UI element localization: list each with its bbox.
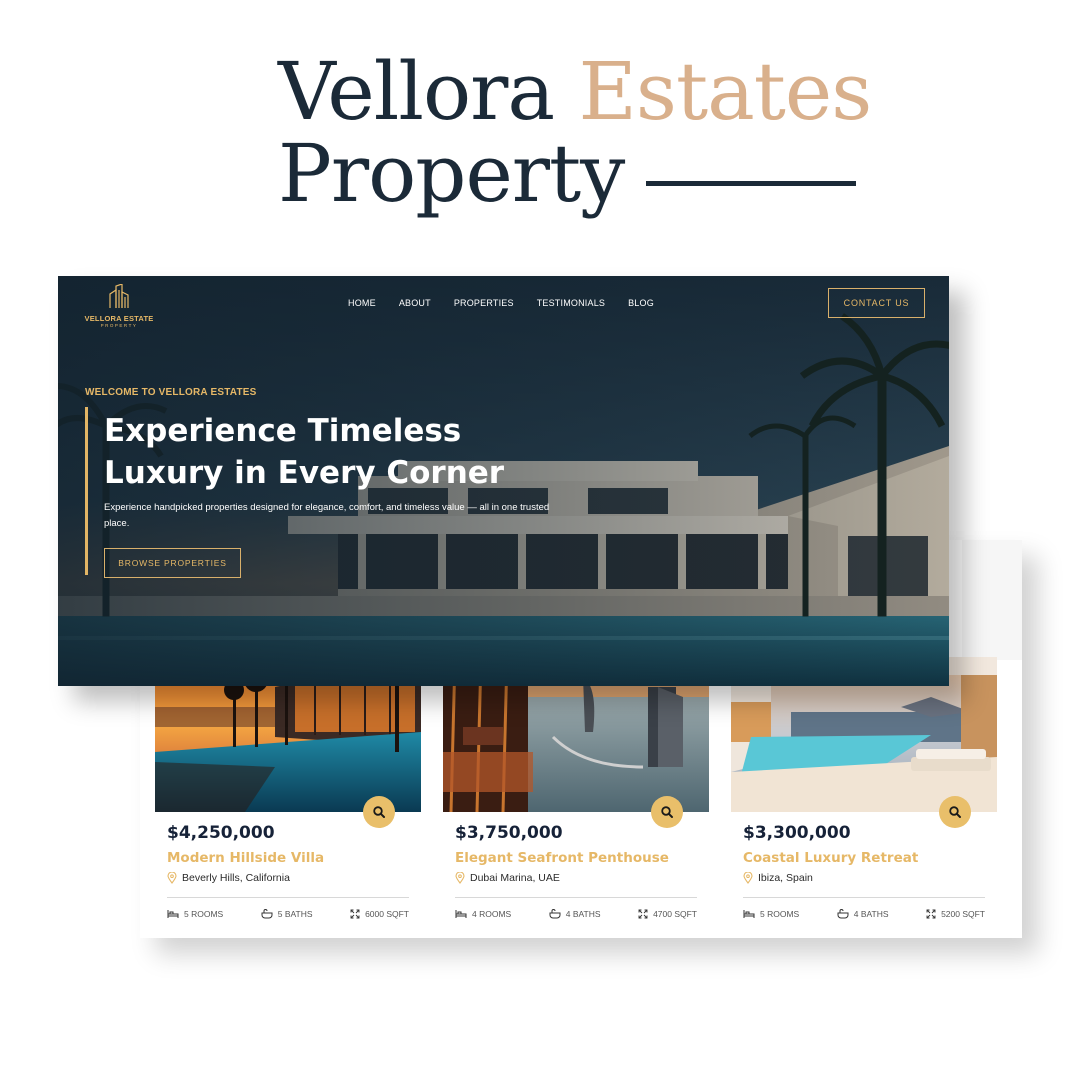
view-property-button[interactable]	[363, 796, 395, 828]
nav-blog[interactable]: BLOG	[628, 298, 654, 308]
card-divider	[167, 897, 409, 898]
property-specs: 5 ROOMS 5 BATHS 6000 SQFT	[167, 909, 409, 919]
hero-section: VELLORA ESTATE PROPERTY HOME ABOUT PROPE…	[58, 276, 949, 686]
hero-eyebrow: WELCOME TO VELLORA ESTATES	[85, 387, 257, 398]
logo-brand: VELLORA ESTATE	[84, 314, 154, 323]
hero-title-line1: Experience Timeless	[104, 413, 462, 449]
location-text: Ibiza, Spain	[758, 872, 813, 884]
card-divider	[455, 897, 697, 898]
area-icon	[926, 909, 936, 919]
property-price: $3,300,000	[743, 823, 851, 843]
bath-icon	[837, 909, 849, 919]
area-icon	[638, 909, 648, 919]
headline: Vellora Estates Property	[278, 52, 872, 214]
property-location: Ibiza, Spain	[743, 872, 813, 884]
area-icon	[350, 909, 360, 919]
property-price: $4,250,000	[167, 823, 275, 843]
location-text: Beverly Hills, California	[182, 872, 290, 884]
rooms-text: 5 ROOMS	[760, 909, 800, 919]
property-location: Beverly Hills, California	[167, 872, 290, 884]
spec-rooms: 4 ROOMS	[455, 909, 511, 919]
bed-icon	[743, 910, 755, 918]
headline-property: Property	[278, 127, 625, 220]
baths-text: 4 BATHS	[565, 909, 601, 919]
property-specs: 5 ROOMS 4 BATHS 5200 SQFT	[743, 909, 985, 919]
location-pin-icon	[167, 872, 177, 884]
location-pin-icon	[743, 872, 753, 884]
browse-properties-button[interactable]: BROWSE PROPERTIES	[104, 548, 241, 578]
main-nav: HOME ABOUT PROPERTIES TESTIMONIALS BLOG	[348, 298, 654, 308]
property-card[interactable]: $4,250,000 Modern Hillside Villa Beverly…	[155, 657, 421, 938]
spec-area: 5200 SQFT	[926, 909, 985, 919]
view-property-button[interactable]	[939, 796, 971, 828]
property-price: $3,750,000	[455, 823, 563, 843]
contact-us-button[interactable]: CONTACT US	[828, 288, 925, 318]
nav-testimonials[interactable]: TESTIMONIALS	[537, 298, 605, 308]
hero-accent-bar	[85, 407, 88, 575]
hero-description: Experience handpicked properties designe…	[104, 502, 550, 529]
property-card[interactable]: $3,300,000 Coastal Luxury Retreat Ibiza,…	[731, 657, 997, 938]
nav-about[interactable]: ABOUT	[399, 298, 431, 308]
location-text: Dubai Marina, UAE	[470, 872, 560, 884]
view-property-button[interactable]	[651, 796, 683, 828]
bath-icon	[549, 909, 561, 919]
property-location: Dubai Marina, UAE	[455, 872, 560, 884]
rooms-text: 4 ROOMS	[472, 909, 512, 919]
bed-icon	[167, 910, 179, 918]
nav-home[interactable]: HOME	[348, 298, 376, 308]
baths-text: 5 BATHS	[277, 909, 313, 919]
building-logo-icon	[109, 283, 129, 308]
bath-icon	[261, 909, 273, 919]
spec-rooms: 5 ROOMS	[167, 909, 223, 919]
area-text: 4700 SQFT	[653, 909, 697, 919]
property-specs: 4 ROOMS 4 BATHS 4700 SQFT	[455, 909, 697, 919]
area-text: 6000 SQFT	[365, 909, 409, 919]
hero-title: Experience Timeless Luxury in Every Corn…	[104, 410, 544, 494]
headline-brand: Vellora	[278, 45, 555, 138]
spec-area: 4700 SQFT	[638, 909, 697, 919]
spec-area: 6000 SQFT	[350, 909, 409, 919]
headline-accent: Estates	[578, 45, 872, 138]
spec-baths: 4 BATHS	[837, 909, 889, 919]
search-icon	[373, 806, 385, 818]
card-divider	[743, 897, 985, 898]
rooms-text: 5 ROOMS	[184, 909, 224, 919]
spec-rooms: 5 ROOMS	[743, 909, 799, 919]
search-icon	[661, 806, 673, 818]
hero-title-line2: Luxury in Every Corner	[104, 455, 505, 491]
area-text: 5200 SQFT	[941, 909, 985, 919]
headline-line2: Property	[278, 134, 871, 214]
logo-sub: PROPERTY	[100, 323, 138, 328]
bed-icon	[455, 910, 467, 918]
navbar: VELLORA ESTATE PROPERTY HOME ABOUT PROPE…	[58, 276, 949, 332]
logo[interactable]: VELLORA ESTATE PROPERTY	[84, 283, 154, 328]
search-icon	[949, 806, 961, 818]
headline-line1: Vellora Estates	[278, 52, 872, 132]
spec-baths: 5 BATHS	[261, 909, 313, 919]
baths-text: 4 BATHS	[853, 909, 889, 919]
nav-properties[interactable]: PROPERTIES	[454, 298, 514, 308]
location-pin-icon	[455, 872, 465, 884]
property-title[interactable]: Coastal Luxury Retreat	[743, 850, 918, 866]
property-card[interactable]: $3,750,000 Elegant Seafront Penthouse Du…	[443, 657, 709, 938]
panel-backdrop	[962, 540, 1022, 660]
headline-dash	[646, 180, 857, 186]
property-title[interactable]: Elegant Seafront Penthouse	[455, 850, 669, 866]
property-title[interactable]: Modern Hillside Villa	[167, 850, 324, 866]
spec-baths: 4 BATHS	[549, 909, 601, 919]
